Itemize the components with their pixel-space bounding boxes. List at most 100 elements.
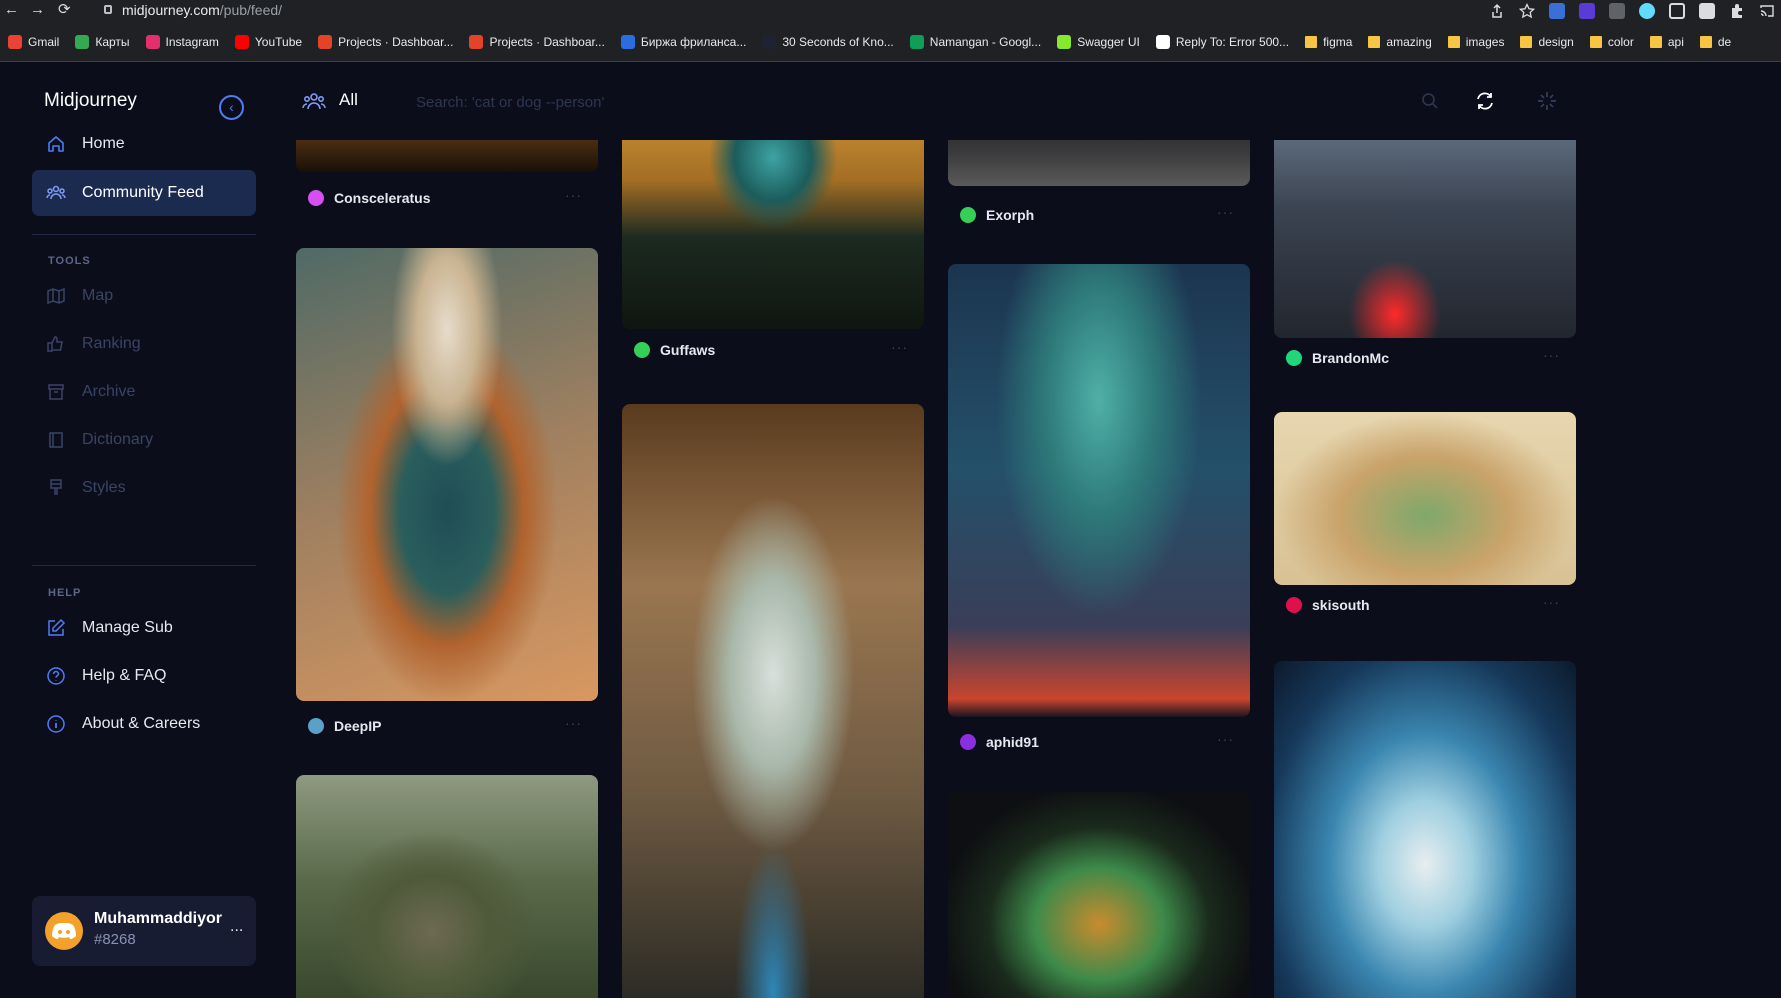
user-menu-button[interactable]: ... bbox=[230, 918, 243, 936]
nav-home[interactable]: Home bbox=[32, 121, 256, 167]
bookmark-item[interactable]: Gmail bbox=[0, 34, 67, 49]
avatar bbox=[960, 207, 976, 223]
post-more-button[interactable]: ··· bbox=[891, 339, 908, 355]
search-input[interactable] bbox=[398, 86, 1448, 118]
post-image[interactable] bbox=[948, 140, 1250, 186]
nav-ranking[interactable]: Ranking bbox=[32, 321, 256, 367]
brand-logo[interactable]: Midjourney bbox=[44, 90, 137, 112]
extension-icons bbox=[1489, 0, 1781, 22]
bookmark-item[interactable]: Карты bbox=[67, 34, 137, 49]
bookmark-item[interactable]: de bbox=[1692, 35, 1739, 49]
bookmark-item[interactable]: Swagger UI bbox=[1049, 34, 1148, 49]
favicon-icon bbox=[1155, 34, 1170, 49]
post-image[interactable] bbox=[622, 404, 924, 998]
post-more-button[interactable]: ··· bbox=[1217, 204, 1234, 220]
nav-community-feed[interactable]: Community Feed bbox=[32, 170, 256, 216]
post-image[interactable] bbox=[622, 140, 924, 329]
feed-filter-label[interactable]: All bbox=[339, 90, 358, 110]
back-icon[interactable]: ← bbox=[4, 1, 19, 19]
favicon-icon bbox=[234, 34, 249, 49]
share-icon[interactable] bbox=[1489, 3, 1505, 19]
post-image[interactable] bbox=[296, 775, 598, 998]
nav-about-careers[interactable]: About & Careers bbox=[32, 701, 256, 747]
post-username[interactable]: DeepIP bbox=[334, 718, 381, 734]
folder-icon bbox=[1447, 35, 1460, 48]
post-username[interactable]: aphid91 bbox=[986, 734, 1039, 750]
post-image[interactable] bbox=[296, 140, 598, 172]
bookmark-label: figma bbox=[1323, 34, 1353, 49]
nav-map-label: Map bbox=[82, 287, 114, 304]
bookmark-item[interactable]: Namangan - Googl... bbox=[902, 34, 1049, 49]
community-icon bbox=[46, 185, 66, 200]
folder-icon bbox=[1699, 35, 1712, 48]
search-icon[interactable] bbox=[1421, 92, 1439, 110]
reload-icon[interactable]: ⟳ bbox=[58, 1, 71, 19]
post-more-button[interactable]: ··· bbox=[1217, 731, 1234, 747]
post-image[interactable] bbox=[1274, 412, 1576, 585]
bookmark-item[interactable]: amazing bbox=[1360, 35, 1439, 49]
post-username[interactable]: Guffaws bbox=[660, 342, 715, 358]
bookmark-item[interactable]: 30 Seconds of Kno... bbox=[754, 34, 901, 49]
grid-extension-icon[interactable] bbox=[1699, 3, 1715, 19]
post-image[interactable] bbox=[1274, 140, 1576, 338]
cast-icon[interactable] bbox=[1759, 3, 1775, 19]
translate-extension-icon[interactable] bbox=[1549, 3, 1565, 19]
bookmark-item[interactable]: figma bbox=[1297, 35, 1360, 49]
post-username[interactable]: Consceleratus bbox=[334, 190, 430, 206]
nav-dictionary[interactable]: Dictionary bbox=[32, 417, 256, 463]
bookmark-item[interactable]: Projects · Dashboar... bbox=[310, 34, 461, 49]
bookmark-label: Instagram bbox=[165, 34, 219, 49]
refresh-icon[interactable] bbox=[1474, 90, 1496, 112]
bookmark-label: color bbox=[1607, 34, 1634, 49]
address-bar[interactable]: midjourney.com/pub/feed/ bbox=[92, 0, 1512, 21]
post-meta: Guffaws ··· bbox=[622, 335, 924, 365]
nav-styles-label: Styles bbox=[82, 479, 126, 496]
browser-toolbar: ← → ⟳ midjourney.com/pub/feed/ bbox=[0, 0, 1781, 22]
post-username[interactable]: Exorph bbox=[986, 207, 1034, 223]
bookmark-label: Swagger UI bbox=[1077, 34, 1140, 49]
forward-icon[interactable]: → bbox=[30, 1, 45, 19]
post-image[interactable] bbox=[948, 792, 1250, 998]
bookmark-item[interactable]: api bbox=[1642, 35, 1692, 49]
community-feed-grid: Consceleratus ··· DeepIP ··· Guffaws ···… bbox=[288, 140, 1578, 998]
bookmark-item[interactable]: Instagram bbox=[138, 34, 227, 49]
user-card[interactable]: Muhammaddiyor #8268 ... bbox=[32, 896, 256, 966]
star-icon[interactable] bbox=[1519, 3, 1535, 19]
bookmark-item[interactable]: Projects · Dashboar... bbox=[461, 34, 612, 49]
user-tag: #8268 bbox=[94, 931, 136, 948]
sparkle-icon[interactable] bbox=[1536, 90, 1558, 112]
collapse-sidebar-button[interactable]: ‹ bbox=[219, 95, 244, 120]
question-icon bbox=[47, 667, 65, 685]
extension-badge-icon[interactable] bbox=[1579, 3, 1595, 19]
bookmark-label: 30 Seconds of Kno... bbox=[782, 34, 894, 49]
post-image[interactable] bbox=[296, 248, 598, 701]
help-section-label: HELP bbox=[48, 587, 82, 599]
post-more-button[interactable]: ··· bbox=[1543, 347, 1560, 363]
post-username[interactable]: skisouth bbox=[1312, 597, 1370, 613]
bookmark-item[interactable]: color bbox=[1582, 35, 1642, 49]
post-more-button[interactable]: ··· bbox=[565, 187, 582, 203]
shield-extension-icon[interactable] bbox=[1669, 3, 1685, 19]
react-extension-icon[interactable] bbox=[1639, 3, 1655, 19]
post-image[interactable] bbox=[948, 264, 1250, 717]
eyedropper-extension-icon[interactable] bbox=[1609, 3, 1625, 19]
bookmark-item[interactable]: Reply To: Error 500... bbox=[1148, 34, 1297, 49]
nav-styles[interactable]: Styles bbox=[32, 465, 256, 511]
nav-home-label: Home bbox=[82, 135, 125, 152]
bookmark-item[interactable]: images bbox=[1440, 35, 1513, 49]
map-icon bbox=[47, 287, 65, 305]
nav-manage-sub[interactable]: Manage Sub bbox=[32, 605, 256, 651]
puzzle-icon[interactable] bbox=[1729, 3, 1745, 19]
post-more-button[interactable]: ··· bbox=[565, 715, 582, 731]
post-image[interactable] bbox=[1274, 661, 1576, 998]
archive-icon bbox=[48, 384, 64, 400]
bookmark-item[interactable]: YouTube bbox=[227, 34, 310, 49]
post-more-button[interactable]: ··· bbox=[1543, 594, 1560, 610]
post-username[interactable]: BrandonMc bbox=[1312, 350, 1389, 366]
nav-archive[interactable]: Archive bbox=[32, 369, 256, 415]
bookmark-item[interactable]: Биржа фриланса... bbox=[613, 34, 755, 49]
midjourney-app: Midjourney ‹ Home Community Feed TOOLS M… bbox=[0, 62, 1781, 998]
bookmark-item[interactable]: design bbox=[1512, 35, 1581, 49]
nav-help-faq[interactable]: Help & FAQ bbox=[32, 653, 256, 699]
nav-map[interactable]: Map bbox=[32, 273, 256, 319]
